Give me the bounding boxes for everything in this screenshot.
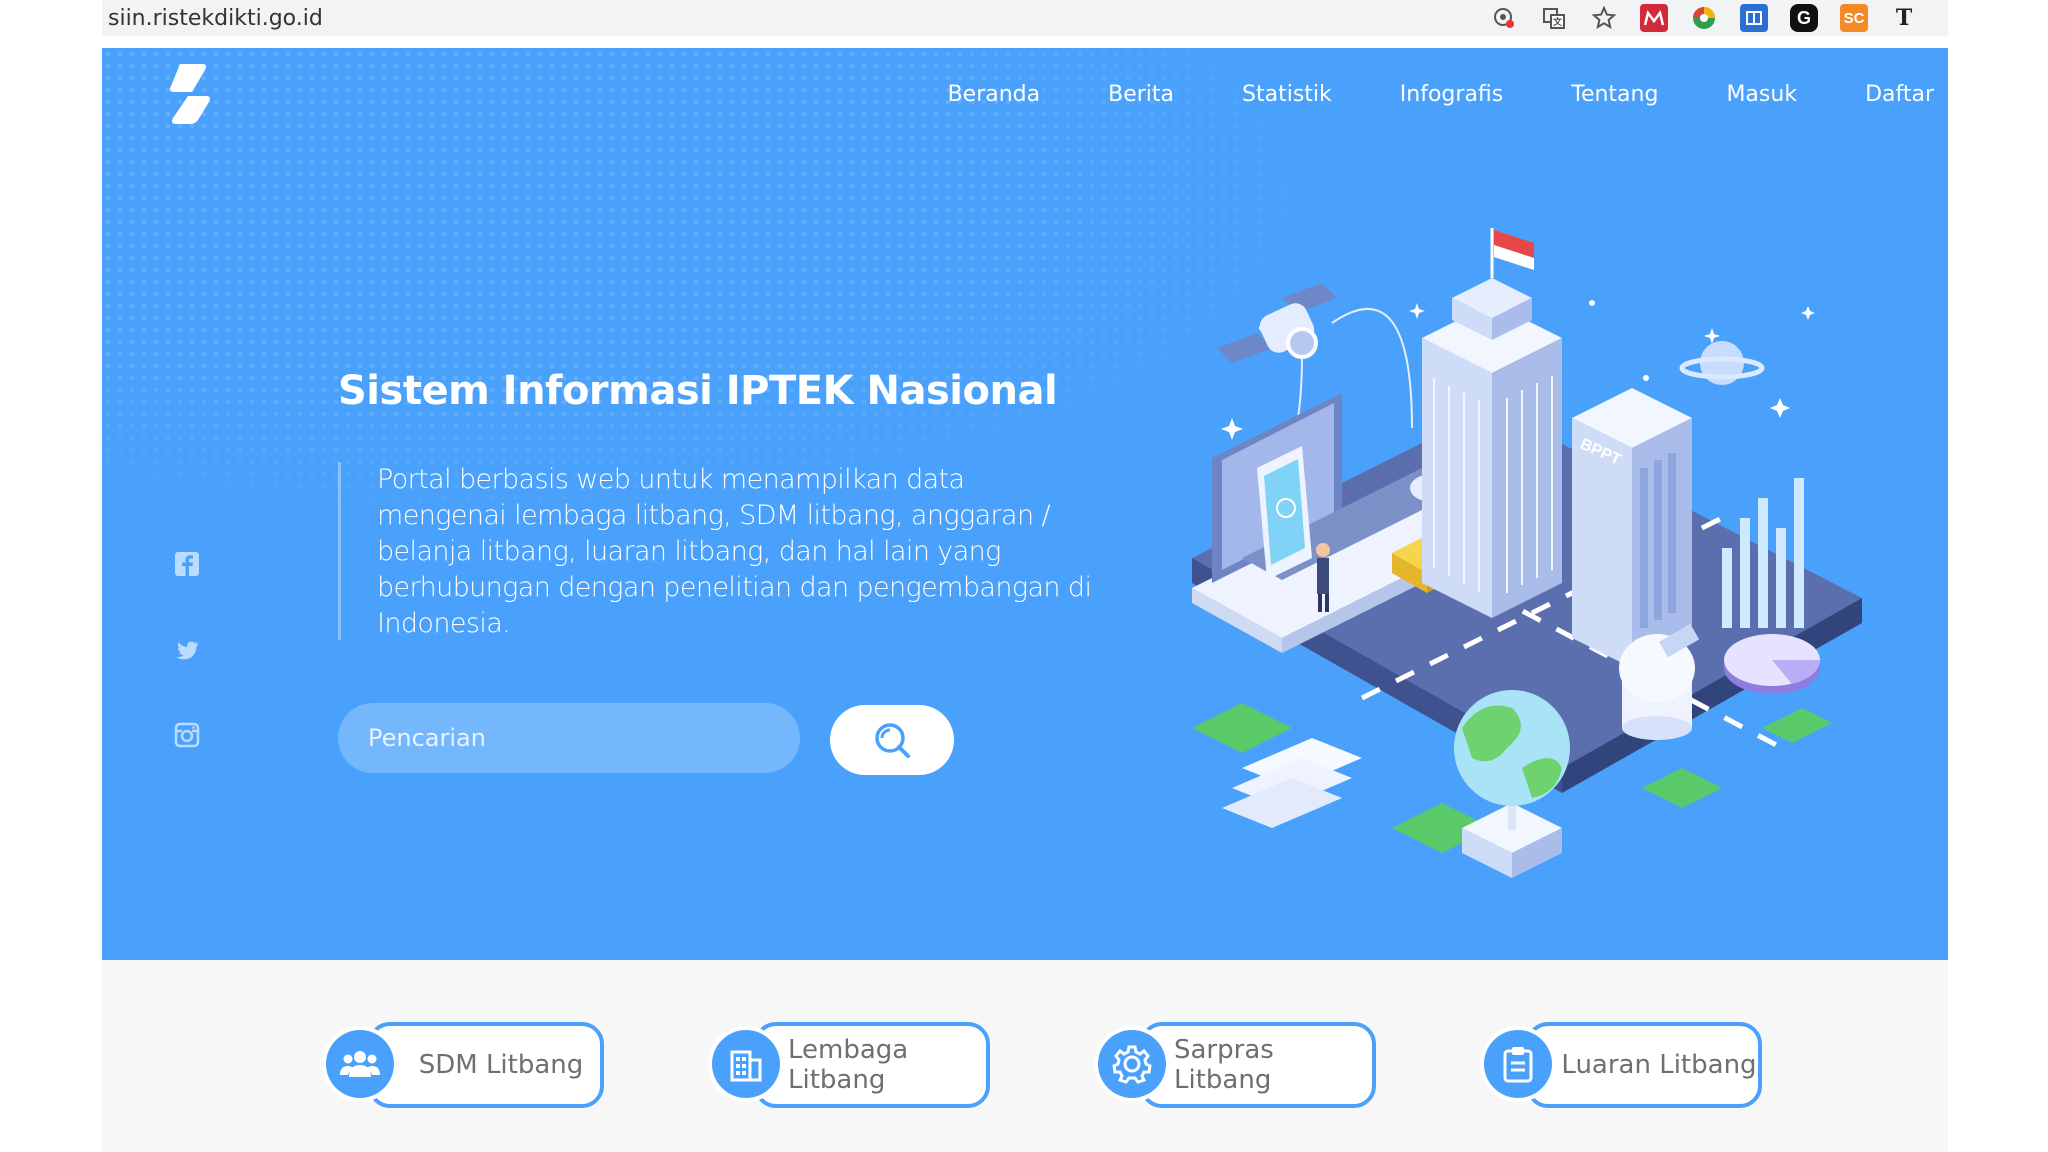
category-label: SDM Litbang <box>418 1050 584 1080</box>
url-text[interactable]: siin.ristekdikti.go.id <box>108 6 323 31</box>
translate-icon[interactable]: 文 <box>1540 4 1568 32</box>
bppt-building-graphic: BPPT <box>1572 388 1692 668</box>
nav-masuk[interactable]: Masuk <box>1726 82 1797 107</box>
nav-berita[interactable]: Berita <box>1108 82 1174 107</box>
planet-graphic <box>1679 341 1765 385</box>
category-label: Sarpras Litbang <box>1174 1035 1274 1095</box>
hero-description: Portal berbasis web untuk menampilkan da… <box>377 464 1092 639</box>
location-icon[interactable] <box>1490 4 1518 32</box>
category-label: Luaran Litbang <box>1561 1050 1757 1080</box>
grammarly-icon[interactable]: G <box>1790 4 1818 32</box>
svg-text:文: 文 <box>1552 16 1563 27</box>
phone-graphic <box>1257 446 1312 580</box>
sc-icon[interactable]: SC <box>1840 4 1868 32</box>
chrome-ext-icon[interactable] <box>1690 4 1718 32</box>
people-icon <box>326 1030 394 1098</box>
category-label: Lembaga Litbang <box>788 1035 909 1095</box>
tower-graphic <box>1422 228 1562 618</box>
description-block: Portal berbasis web untuk menampilkan da… <box>338 462 1097 640</box>
star-icon[interactable] <box>1590 4 1618 32</box>
browser-address-bar[interactable]: siin.ristekdikti.go.id 文 G SC T <box>102 0 1948 36</box>
nav-daftar[interactable]: Daftar <box>1865 82 1934 107</box>
search-input[interactable] <box>338 703 800 773</box>
globe-graphic <box>1454 690 1570 878</box>
reader-icon[interactable] <box>1740 4 1768 32</box>
search-button[interactable] <box>830 705 954 775</box>
nav-statistik[interactable]: Statistik <box>1242 82 1332 107</box>
building-icon <box>712 1030 780 1098</box>
nav-infografis[interactable]: Infografis <box>1400 82 1503 107</box>
facebook-icon[interactable] <box>174 551 200 577</box>
pie-chart-graphic <box>1724 634 1821 694</box>
site-logo[interactable] <box>162 62 218 126</box>
typography-icon[interactable]: T <box>1890 4 1918 32</box>
gear-icon <box>1098 1030 1166 1098</box>
page-title: Sistem Informasi IPTEK Nasional <box>338 368 1058 414</box>
clipboard-icon <box>1484 1030 1552 1098</box>
mendeley-icon[interactable] <box>1640 4 1668 32</box>
hero-illustration: BPPT <box>1192 228 1862 878</box>
nav-tentang[interactable]: Tentang <box>1571 82 1658 107</box>
twitter-icon[interactable] <box>174 638 200 664</box>
nav-beranda[interactable]: Beranda <box>948 82 1041 107</box>
hero-section: Beranda Berita Statistik Infografis Tent… <box>102 48 1948 960</box>
main-nav: Beranda Berita Statistik Infografis Tent… <box>948 82 1934 107</box>
extensions-bar: 文 G SC T <box>1490 4 1918 32</box>
search-icon <box>875 723 910 758</box>
instagram-icon[interactable] <box>174 722 200 748</box>
